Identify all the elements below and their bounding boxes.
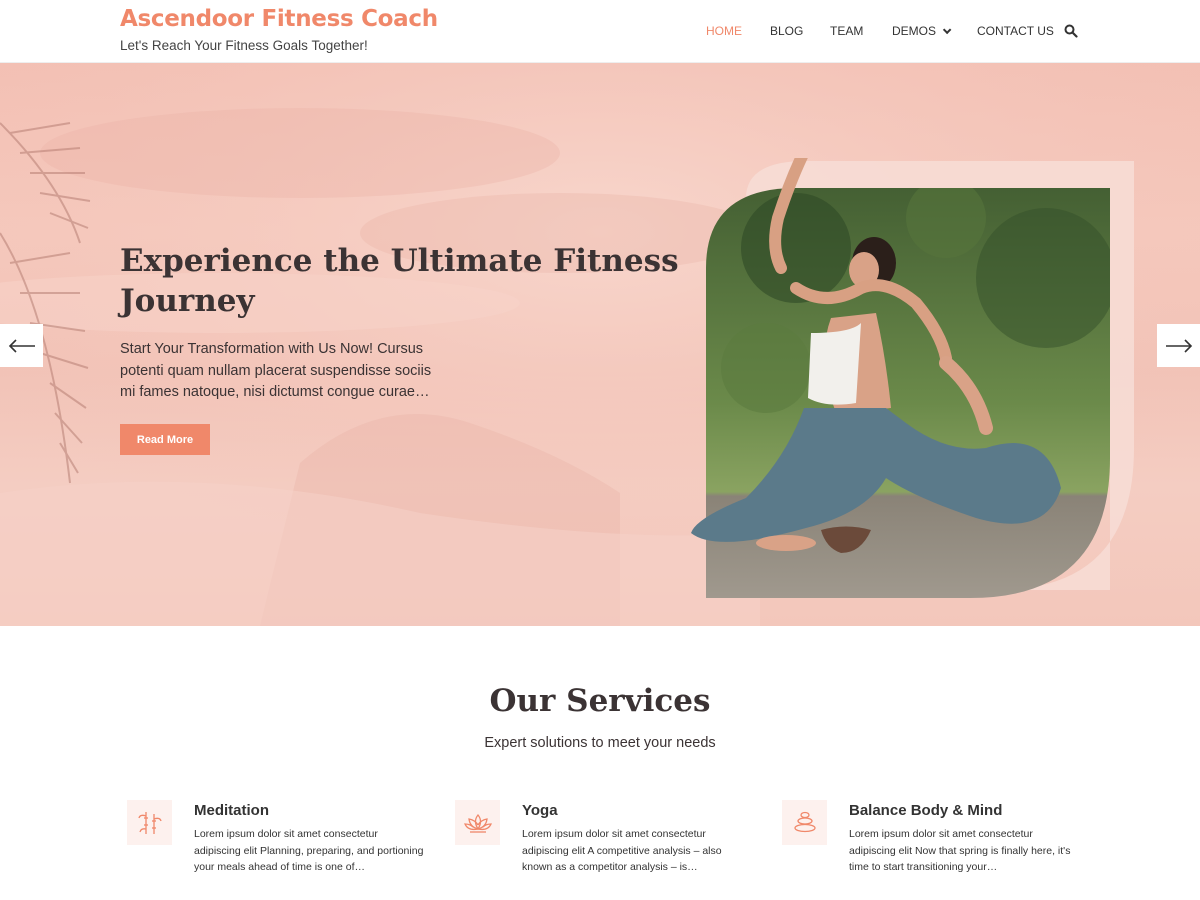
nav-team[interactable]: TEAM <box>830 24 863 38</box>
services-title: Our Services <box>489 683 711 719</box>
site-tagline: Let's Reach Your Fitness Goals Together! <box>120 38 368 53</box>
service-description: Lorem ipsum dolor sit amet consectetur a… <box>849 828 1071 873</box>
hero-description: Start Your Transformation with Us Now! C… <box>120 341 432 400</box>
search-icon[interactable] <box>1064 24 1078 38</box>
hero-photo <box>686 142 1138 603</box>
service-name[interactable]: Yoga <box>522 802 558 819</box>
nav-demos-label: DEMOS <box>892 24 937 38</box>
service-name[interactable]: Meditation <box>194 802 269 819</box>
bamboo-icon <box>127 800 172 845</box>
service-card-yoga: Yoga Lorem ipsum dolor sit amet consecte… <box>455 800 755 890</box>
stones-icon <box>782 800 827 845</box>
nav-home[interactable]: HOME <box>706 24 742 38</box>
nav-demos[interactable]: DEMOS <box>892 24 952 38</box>
read-more-button[interactable]: Read More <box>120 424 210 455</box>
lotus-icon <box>455 800 500 845</box>
arrow-left-icon <box>8 338 35 353</box>
chevron-down-icon <box>942 25 952 35</box>
nav-contact[interactable]: CONTACT US <box>977 24 1054 38</box>
service-card-meditation: Meditation Lorem ipsum dolor sit amet co… <box>127 800 427 890</box>
slider-next-button[interactable] <box>1157 324 1200 367</box>
slider-prev-button[interactable] <box>0 324 43 367</box>
nav-blog[interactable]: BLOG <box>770 24 803 38</box>
hero-title: Experience the Ultimate Fitness Journey <box>120 243 679 319</box>
service-description: Lorem ipsum dolor sit amet consectetur a… <box>522 828 722 873</box>
hero-slider: Experience the Ultimate Fitness Journey … <box>0 63 1200 626</box>
arrow-right-icon <box>1165 338 1192 353</box>
site-title[interactable]: Ascendoor Fitness Coach <box>120 6 438 32</box>
service-description: Lorem ipsum dolor sit amet consectetur a… <box>194 828 424 873</box>
site-header: Ascendoor Fitness Coach Let's Reach Your… <box>0 0 1200 63</box>
service-name[interactable]: Balance Body & Mind <box>849 802 1002 819</box>
service-card-balance: Balance Body & Mind Lorem ipsum dolor si… <box>782 800 1082 890</box>
services-subtitle: Expert solutions to meet your needs <box>484 735 716 751</box>
